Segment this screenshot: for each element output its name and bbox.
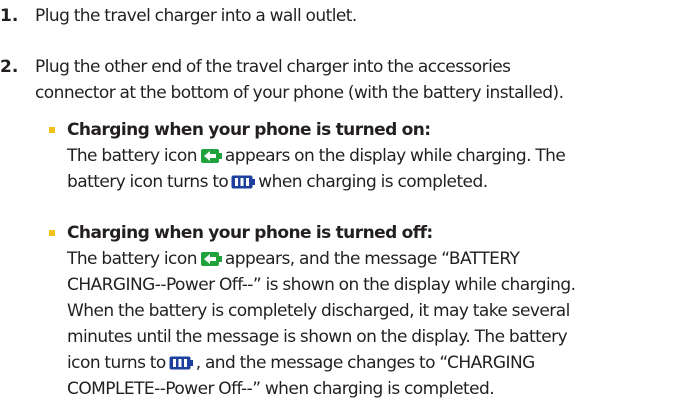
bullet-text: icon turns to xyxy=(67,353,166,373)
battery-full-icon xyxy=(169,355,193,371)
bullet-charging-off: Charging when your phone is turned off: … xyxy=(49,220,576,402)
step-text: Plug the travel charger into a wall outl… xyxy=(35,3,675,29)
bullet-heading: Charging when your phone is turned on: xyxy=(67,120,431,140)
step-number: 2. xyxy=(0,57,19,77)
step-number: 1. xyxy=(0,6,19,26)
step-text: Plug the other end of the travel charger… xyxy=(35,54,675,106)
step-line: Plug the other end of the travel charger… xyxy=(35,57,511,77)
battery-charging-icon xyxy=(200,251,222,267)
bullet-text: battery icon turns to xyxy=(67,172,229,192)
bullet-text: The battery icon xyxy=(67,146,197,166)
bullet-line: When the battery is completely discharge… xyxy=(67,301,570,321)
bullet-line: battery icon turns to when charging is co… xyxy=(67,169,565,195)
step-line: connector at the bottom of your phone (w… xyxy=(35,83,564,103)
step-line: Plug the travel charger into a wall outl… xyxy=(35,6,357,26)
bullet-line: The battery icon appears, and the message… xyxy=(67,246,576,272)
battery-charging-icon xyxy=(200,148,222,164)
bullet-text: when charging is completed. xyxy=(258,172,488,192)
bullet-text: appears on the display while charging. T… xyxy=(224,146,566,166)
bullet-line: minutes until the message is shown on th… xyxy=(67,327,568,347)
battery-full-icon xyxy=(231,174,256,190)
bullet-charging-on: Charging when your phone is turned on: T… xyxy=(49,117,566,195)
instructions-page: 1. Plug the travel charger into a wall o… xyxy=(0,0,682,412)
bullet-text: , and the message changes to “CHARGING xyxy=(195,353,536,373)
bullet-square-icon xyxy=(49,127,55,133)
bullet-heading: Charging when your phone is turned off: xyxy=(67,223,433,243)
bullet-text: appears, and the message “BATTERY xyxy=(224,249,520,269)
bullet-line: CHARGING--Power Off--” is shown on the d… xyxy=(67,275,576,295)
bullet-text: The battery icon xyxy=(67,249,197,269)
bullet-line: The battery icon appears on the display w… xyxy=(67,143,566,169)
bullet-square-icon xyxy=(49,230,55,236)
bullet-line: COMPLETE--Power Off--” when charging is … xyxy=(67,379,495,399)
bullet-line: icon turns to , and the message changes t… xyxy=(67,350,576,376)
